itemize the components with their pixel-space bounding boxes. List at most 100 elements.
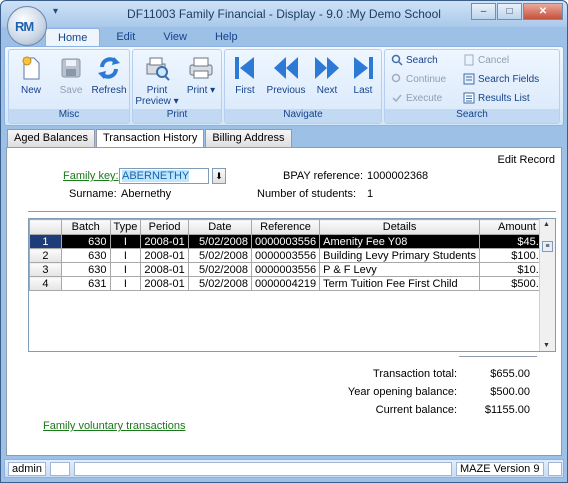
previous-icon [272,54,300,82]
scroll-thumb[interactable]: ≡ [542,241,553,252]
cell-type: I [109,276,142,291]
download-arrow-icon: ⬇ [215,171,223,181]
next-button[interactable]: Next [309,54,345,96]
tab-billing-address[interactable]: Billing Address [205,129,292,147]
row-number: 2 [29,248,62,263]
col-date[interactable]: Date [187,219,252,235]
col-batch[interactable]: Batch [60,219,111,235]
save-button[interactable]: Save [53,54,89,96]
col-details[interactable]: Details [319,219,480,235]
app-menu-orb[interactable]: RM [7,6,47,46]
cell-reference: 0000004219 [250,276,321,291]
ribbon-group-label: Misc [9,109,129,123]
ribbon-tab-home[interactable]: Home [45,28,101,47]
ribbon-group-navigate: First Previous Next Last Navigate [224,49,382,124]
cell-details: Amenity Fee Y08 [319,234,480,249]
ribbon-group-print: Print Preview ▾ Print ▾ Print [132,49,222,124]
close-button[interactable]: ✕ [523,3,563,20]
ribbon-tab-view[interactable]: View [151,28,199,47]
grid-vertical-scrollbar[interactable]: ▲ ≡ ▼ [539,219,555,351]
row-number-header [29,219,62,235]
cell-date: 5/02/2008 [187,234,252,249]
cancel-icon [463,54,475,66]
maximize-button[interactable]: □ [497,3,522,20]
current-balance-label: Current balance: [375,404,457,416]
new-button[interactable]: New [13,54,49,96]
title-bar: ▾ DF11003 Family Financial - Display - 9… [1,1,567,27]
save-icon [57,54,85,82]
app-logo: RM [15,19,34,34]
search-icon [391,54,403,66]
refresh-icon [95,54,123,82]
cell-type: I [109,234,142,249]
transaction-total-label: Transaction total: [373,368,457,380]
search-fields-button[interactable]: Search Fields [463,73,539,85]
divider [28,211,556,212]
cell-reference: 0000003556 [250,234,321,249]
tab-aged-balances[interactable]: Aged Balances [7,129,95,147]
ribbon-group-label: Print [133,109,221,123]
bpay-label: BPAY reference: [283,170,364,182]
status-message [74,462,452,476]
table-row[interactable]: 2 630 I 2008-01 5/02/2008 0000003556 Bui… [29,248,555,263]
refresh-button[interactable]: Refresh [91,54,127,96]
ribbon-tab-help[interactable]: Help [203,28,250,47]
content-tabs: Aged Balances Transaction History Billin… [7,129,293,148]
status-user: admin [8,462,46,476]
table-row[interactable]: 3 630 I 2008-01 5/02/2008 0000003556 P &… [29,262,555,277]
continue-icon [391,73,403,85]
col-type[interactable]: Type [109,219,142,235]
opening-balance-label: Year opening balance: [347,386,457,398]
search-button[interactable]: Search [391,54,438,66]
surname-label: Surname: [69,188,117,200]
ribbon-tab-edit[interactable]: Edit [104,28,147,47]
cell-batch: 630 [60,234,111,249]
results-list-icon [463,92,475,104]
execute-button[interactable]: Execute [391,92,442,104]
transactions-grid[interactable]: Batch Type Period Date Reference Details… [28,218,556,352]
ribbon: New Save Refresh Misc Print Preview ▾ Pr… [4,46,564,126]
table-row[interactable]: 1 630 I 2008-01 5/02/2008 0000003556 Ame… [29,234,555,249]
family-key-input[interactable]: ABERNETHY [119,168,209,184]
cell-period: 2008-01 [140,276,189,291]
cell-period: 2008-01 [140,262,189,277]
table-row[interactable]: 4 631 I 2008-01 5/02/2008 0000004219 Ter… [29,276,555,291]
family-key-dropdown-button[interactable]: ⬇ [212,168,226,184]
print-preview-icon [143,54,171,82]
cell-period: 2008-01 [140,234,189,249]
printer-icon [187,54,215,82]
opening-balance-value: $500.00 [490,386,530,398]
first-button[interactable]: First [227,54,263,96]
cell-details: Building Levy Primary Students [319,248,480,263]
col-period[interactable]: Period [140,219,189,235]
cell-reference: 0000003556 [250,248,321,263]
first-icon [231,54,259,82]
transaction-total-value: $655.00 [490,368,530,380]
scroll-up-icon[interactable]: ▲ [543,221,550,228]
cell-batch: 630 [60,262,111,277]
edit-record-label: Edit Record [497,154,555,166]
bpay-value: 1000002368 [367,170,429,182]
cell-date: 5/02/2008 [187,248,252,263]
cancel-button[interactable]: Cancel [463,54,509,66]
total-divider [459,356,537,357]
surname-value: Abernethy [121,188,172,200]
results-list-button[interactable]: Results List [463,92,530,104]
family-voluntary-transactions-link[interactable]: Family voluntary transactions [43,420,185,432]
col-reference[interactable]: Reference [250,219,321,235]
cell-type: I [109,248,142,263]
status-version: MAZE Version 9 [456,462,544,476]
print-preview-button[interactable]: Print Preview ▾ [135,54,179,107]
status-bar: admin MAZE Version 9 [4,459,564,478]
continue-button[interactable]: Continue [391,73,446,85]
cell-batch: 631 [60,276,111,291]
last-button[interactable]: Last [345,54,381,96]
family-key-link[interactable]: Family key: [63,170,119,182]
grid-header-row: Batch Type Period Date Reference Details… [29,219,555,235]
print-button[interactable]: Print ▾ [183,54,219,96]
previous-button[interactable]: Previous [263,54,309,96]
row-number: 1 [29,234,62,249]
minimize-button[interactable]: – [471,3,496,20]
tab-transaction-history[interactable]: Transaction History [96,129,205,148]
scroll-down-icon[interactable]: ▼ [543,342,550,349]
